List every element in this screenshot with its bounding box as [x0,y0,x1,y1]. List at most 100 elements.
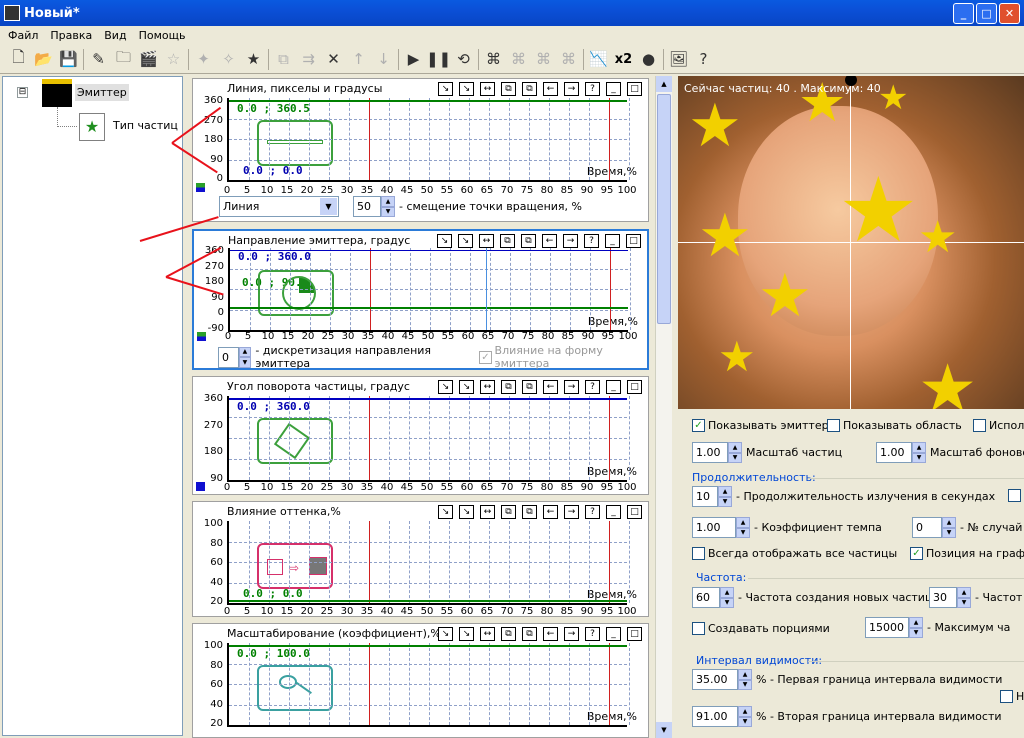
folder-icon[interactable]: 🗀 [111,47,136,72]
scale-spinner[interactable]: ▲ ▼ [728,442,742,463]
duration-spinner[interactable]: ▲ ▼ [718,486,732,507]
panel-tool-icon[interactable]: ⧉ [501,380,516,394]
value-curve[interactable] [229,600,627,602]
network2-icon[interactable]: ⌘ [506,47,531,72]
panel-tool-icon[interactable]: ↔ [480,82,495,96]
visibility-marker-line[interactable] [369,643,370,725]
frequency-input[interactable]: 60 [692,587,720,608]
panel-tool-icon[interactable]: ↘ [459,82,474,96]
tree-item-emitter[interactable]: Эмиттер [75,84,129,101]
max-spinner[interactable]: ▲ ▼ [909,617,923,638]
discretization-input[interactable]: 0 [218,346,239,368]
shape-select[interactable]: Линия ▼ [219,196,339,217]
panel-tool-icon[interactable]: ↘ [459,380,474,394]
visibility-marker-line[interactable] [369,396,370,480]
visibility1-spinner[interactable]: ▲ ▼ [738,669,752,690]
panel-tool-icon[interactable]: ↘ [438,380,453,394]
save-icon[interactable]: 💾 [56,47,81,72]
panel-tool-icon[interactable]: ↘ [459,627,474,641]
frequency2-input[interactable]: 30 [929,587,957,608]
panel-tool-icon[interactable]: ↔ [479,234,494,248]
pause-icon[interactable]: ❚❚ [426,47,451,72]
panel-tool-icon[interactable]: ↘ [438,627,453,641]
panel-tool-icon[interactable]: □ [627,82,642,96]
duration-input[interactable]: 10 [692,486,718,507]
panel-tool-icon[interactable]: ? [585,380,600,394]
discretization-spinner[interactable]: ▲ ▼ [238,346,252,368]
menu-file[interactable]: Файл [2,29,44,42]
new-file-icon[interactable]: 🗋 [6,47,31,72]
visibility-marker-line[interactable] [369,98,370,180]
minimize-button[interactable]: _ [953,3,974,24]
value-curve[interactable] [229,100,627,102]
frequency-spinner[interactable]: ▲ ▼ [720,587,734,608]
move-icon[interactable]: ⇉ [296,47,321,72]
particle-star-icon[interactable]: ★ [241,47,266,72]
value-curve[interactable] [230,307,628,309]
bg-scale-input[interactable]: 1.00 [876,442,912,463]
portions-checkbox[interactable] [692,622,705,635]
network4-icon[interactable]: ⌘ [556,47,581,72]
panel-tool-icon[interactable]: ← [543,505,558,519]
panel-tool-icon[interactable]: ⧉ [501,627,516,641]
panel-tool-icon[interactable]: ? [585,505,600,519]
maximize-button[interactable]: □ [976,3,997,24]
show-area-checkbox[interactable] [827,419,840,432]
panel-tool-icon[interactable]: ⧉ [522,82,537,96]
use-checkbox[interactable] [973,419,986,432]
help-icon[interactable]: ? [691,47,716,72]
duration-extra-checkbox[interactable] [1008,489,1021,502]
tempo-spinner[interactable]: ▲ ▼ [736,517,750,538]
graph-plot[interactable]: 0.0 ; 360.0 Время,% [227,396,637,482]
circle-icon[interactable]: ● [636,47,661,72]
delete-icon[interactable]: ✕ [321,47,346,72]
visibility1-input[interactable]: 35.00 [692,669,738,690]
always-show-checkbox[interactable] [692,547,705,560]
show-emitter-checkbox[interactable]: ✓ [692,419,705,432]
add-particle-icon[interactable]: ✧ [216,47,241,72]
visibility-marker-line[interactable] [370,248,371,330]
visibility-marker-line[interactable] [609,521,610,603]
panel-tool-icon[interactable]: _ [606,627,621,641]
influence-checkbox[interactable]: ✓ [479,350,492,364]
panel-tool-icon[interactable]: ? [585,82,600,96]
tree-item-particle-type[interactable]: Тип частиц [113,119,178,132]
settings-icon[interactable]: ✎ [86,47,111,72]
offset-input[interactable]: 50 [353,196,381,217]
loop-icon[interactable]: ⟲ [451,47,476,72]
panel-tool-icon[interactable]: □ [627,505,642,519]
panel-tool-icon[interactable]: ? [584,234,599,248]
panel-tool-icon[interactable]: ↔ [480,380,495,394]
panel-tool-icon[interactable]: ⧉ [521,234,536,248]
play-icon[interactable]: ▶ [401,47,426,72]
network-icon[interactable]: ⌘ [481,47,506,72]
graph-plot[interactable]: 0.0 ; 100.0 Время,% [227,643,637,727]
graph-plot[interactable]: 0.0 ; 360.0 0.0 ; 90.0 Время,% [228,248,638,332]
visibility-marker-line[interactable] [609,643,610,725]
panel-tool-icon[interactable]: _ [605,234,620,248]
close-button[interactable]: ✕ [999,3,1020,24]
panel-tool-icon[interactable]: ↘ [437,234,452,248]
panel-tool-icon[interactable]: ⧉ [501,82,516,96]
open-folder-icon[interactable]: 📂 [31,47,56,72]
tree-expander[interactable]: ⊟ [17,87,28,98]
panel-tool-icon[interactable]: ⧉ [501,505,516,519]
offset-spinner[interactable]: ▲ ▼ [381,196,395,217]
menu-help[interactable]: Помощь [133,29,192,42]
time-cursor[interactable] [486,248,487,330]
panel-tool-icon[interactable]: → [564,380,579,394]
frequency2-spinner[interactable]: ▲ ▼ [957,587,971,608]
visibility-marker-line[interactable] [609,98,610,180]
panel-tool-icon[interactable]: ← [543,82,558,96]
panel-tool-icon[interactable]: → [563,234,578,248]
chevron-down-icon[interactable]: ▼ [320,198,337,215]
value-curve[interactable] [230,250,628,251]
menu-view[interactable]: Вид [98,29,132,42]
add-emitter-icon[interactable]: ✦ [191,47,216,72]
visibility2-spinner[interactable]: ▲ ▼ [738,706,752,727]
panel-tool-icon[interactable]: _ [606,505,621,519]
value-curve[interactable] [229,645,627,647]
random-spinner[interactable]: ▲ ▼ [942,517,956,538]
panel-tool-icon[interactable]: □ [627,380,642,394]
bg-scale-spinner[interactable]: ▲ ▼ [912,442,926,463]
